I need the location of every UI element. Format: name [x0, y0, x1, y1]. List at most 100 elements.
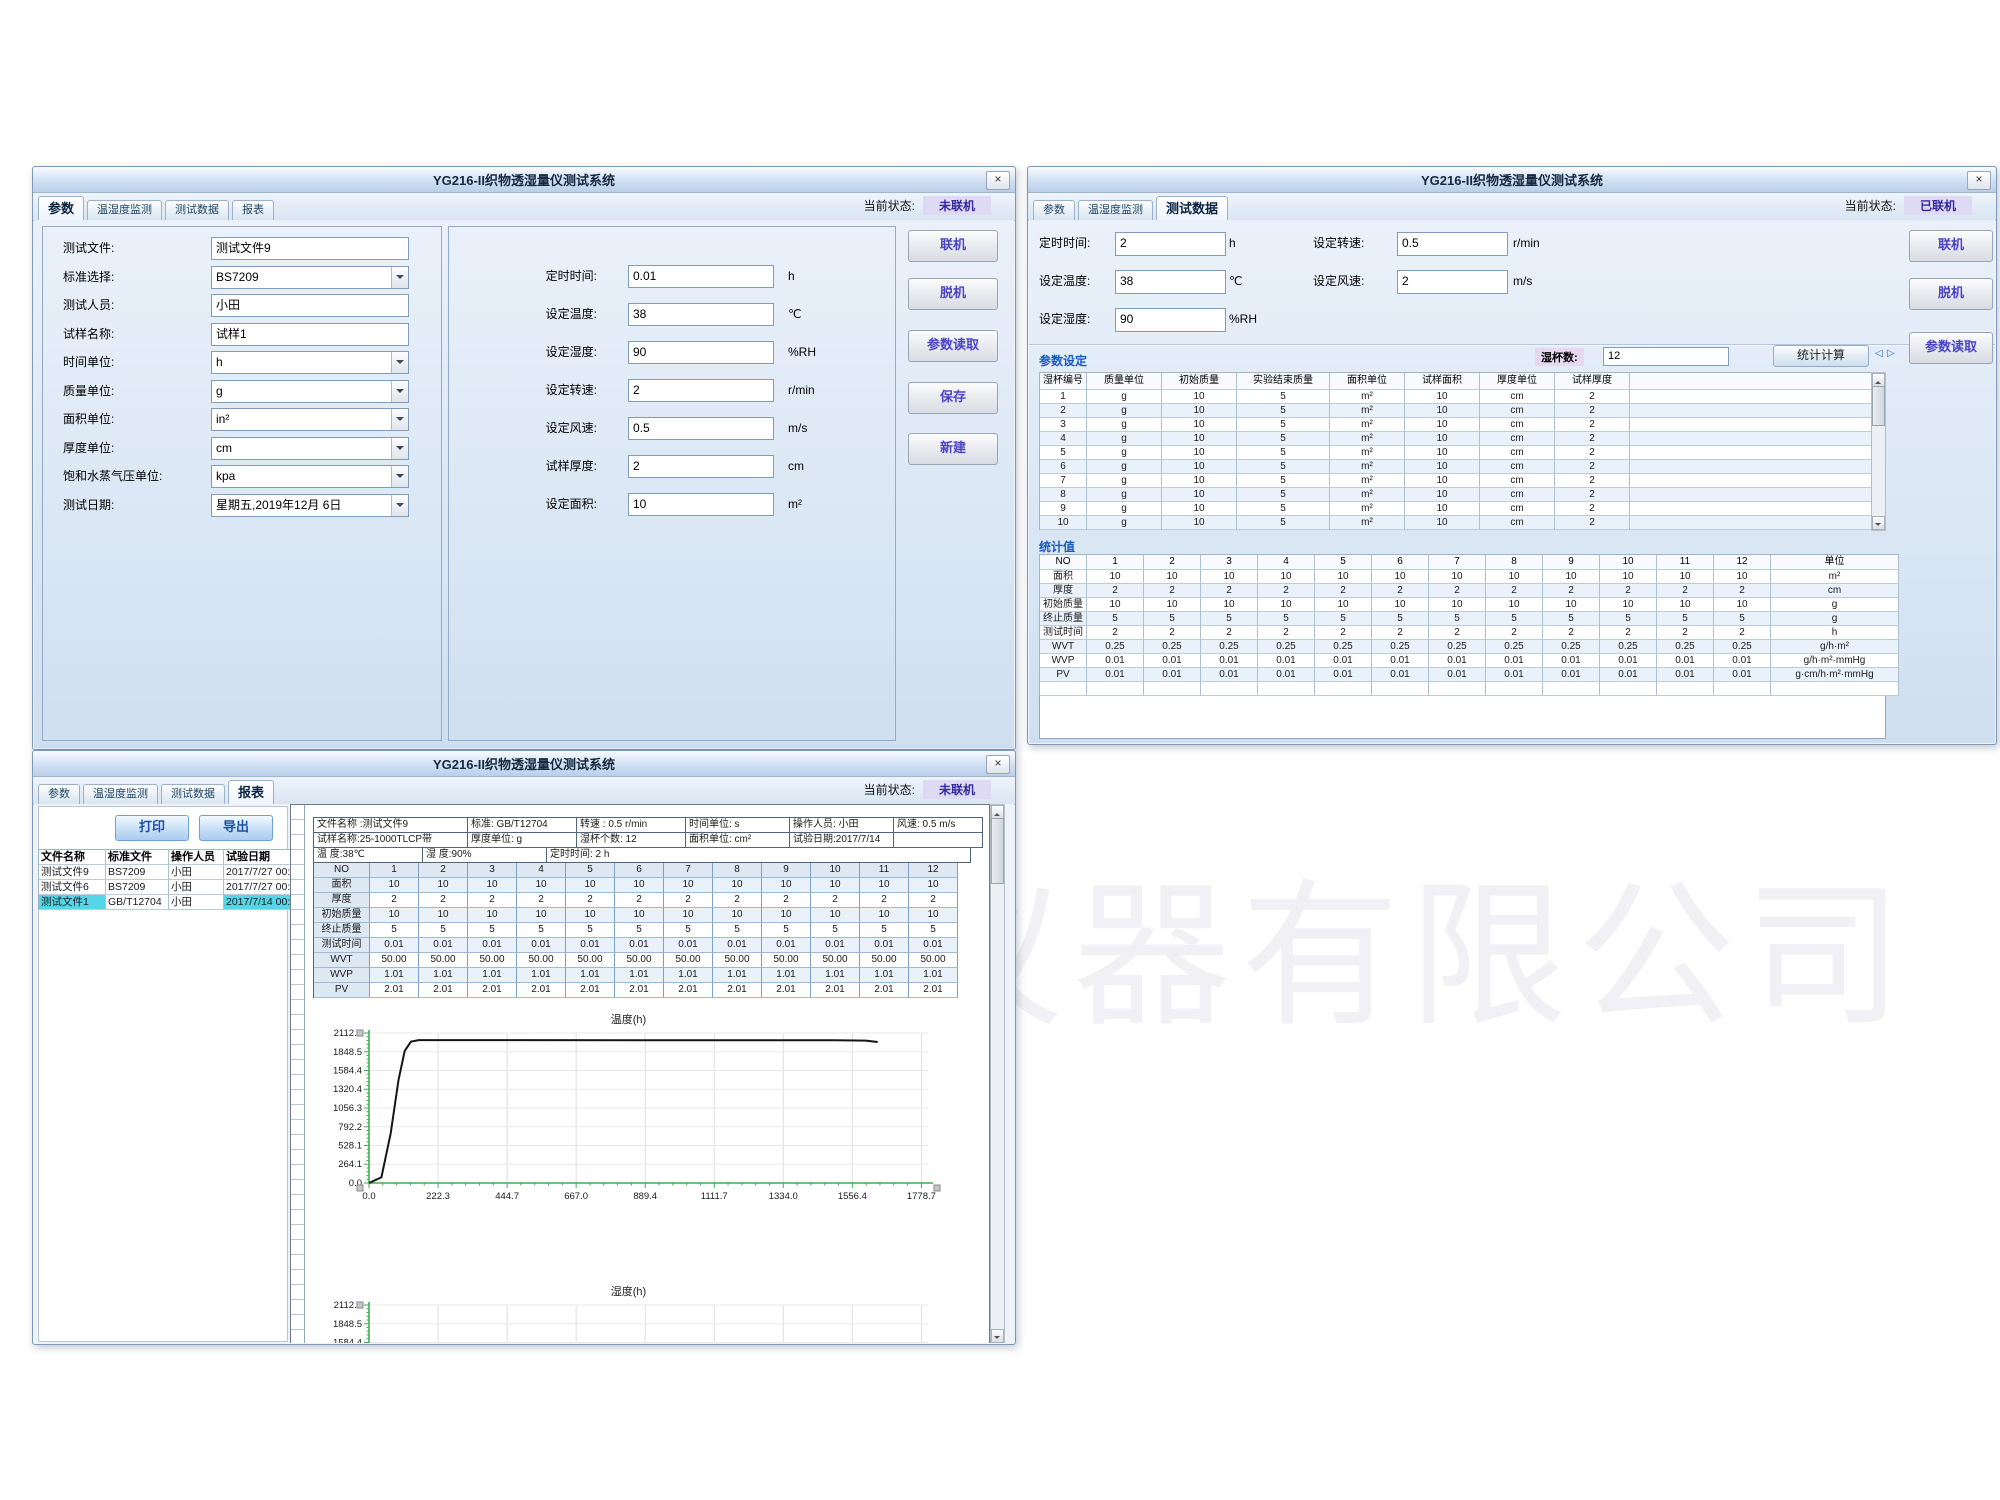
chevron-down-icon[interactable]: [391, 267, 408, 288]
svg-text:1848.5: 1848.5: [333, 1319, 362, 1330]
table-cell: 10: [1600, 598, 1657, 612]
numeric-input[interactable]: 0.5: [1397, 232, 1508, 256]
table-cell: 10: [1405, 460, 1480, 474]
titlebar[interactable]: YG216-II织物透湿量仪测试系统: [33, 167, 1015, 193]
form-row: 时间单位:h: [43, 351, 441, 375]
export-button[interactable]: 导出: [199, 815, 273, 841]
field-label: 试样名称:: [63, 323, 114, 345]
tab-4[interactable]: 报表: [232, 200, 274, 220]
report-scrollbar[interactable]: [990, 804, 1005, 1343]
chevron-down-icon[interactable]: [391, 381, 408, 402]
tab-3[interactable]: 测试数据: [1156, 196, 1228, 221]
form-row: 测试日期:星期五,2019年12月 6日: [43, 494, 441, 518]
table-row[interactable]: 测试文件9BS7209小田2017/7/27 00:00: [39, 865, 299, 880]
action-button-4[interactable]: 保存: [908, 382, 998, 414]
dropdown[interactable]: g: [211, 380, 409, 403]
table-cell: 5: [1237, 474, 1330, 488]
column-header: 标准文件: [106, 850, 169, 865]
scroll-down-icon[interactable]: [1872, 516, 1885, 530]
window-test-data: YG216-II织物透湿量仪测试系统 参数温湿度监测测试数据 当前状态: 已联机…: [1027, 166, 1997, 745]
scroll-right-icon[interactable]: ▷: [1887, 348, 1895, 359]
print-button[interactable]: 打印: [115, 815, 189, 841]
tab-4[interactable]: 报表: [228, 780, 274, 805]
chevron-down-icon[interactable]: [391, 495, 408, 516]
close-icon[interactable]: [986, 171, 1010, 190]
chevron-down-icon[interactable]: [391, 438, 408, 459]
table-cell: 0.01: [860, 938, 909, 953]
scrollbar-thumb[interactable]: [1872, 386, 1885, 426]
close-icon[interactable]: [1967, 171, 1991, 190]
text-input[interactable]: 测试文件9: [211, 237, 409, 260]
table-cell: 2.01: [860, 983, 909, 998]
titlebar[interactable]: YG216-II织物透湿量仪测试系统: [33, 751, 1015, 777]
tab-2[interactable]: 温湿度监测: [83, 784, 158, 804]
field-unit: %RH: [1229, 308, 1257, 330]
numeric-input[interactable]: 38: [628, 303, 774, 326]
numeric-input[interactable]: 2: [628, 379, 774, 402]
tab-3[interactable]: 测试数据: [165, 200, 229, 220]
table-cell: 2: [664, 893, 713, 908]
table-row: 文件名称 :测试文件9标准: GB/T12704转速 : 0.5 r/min时间…: [314, 818, 983, 833]
table-cell: 2: [1144, 584, 1201, 598]
tab-2[interactable]: 温湿度监测: [87, 200, 162, 220]
scroll-up-icon[interactable]: [1872, 373, 1885, 387]
table-cell: 试样名称:25-1000TLCP带: [314, 833, 468, 848]
scroll-up-icon[interactable]: [991, 805, 1004, 819]
numeric-input[interactable]: 2: [1397, 270, 1508, 294]
table-cell: [1630, 390, 1880, 404]
tab-1[interactable]: 参数: [38, 784, 80, 804]
tab-3[interactable]: 测试数据: [161, 784, 225, 804]
tab-1[interactable]: 参数: [1033, 200, 1075, 220]
table-row[interactable]: 测试文件1GB/T12704小田2017/7/14 00:00: [39, 895, 299, 910]
text-input[interactable]: 小田: [211, 294, 409, 317]
titlebar[interactable]: YG216-II织物透湿量仪测试系统: [1028, 167, 1996, 193]
scroll-down-icon[interactable]: [991, 1329, 1004, 1343]
chevron-down-icon[interactable]: [391, 466, 408, 487]
action-button-2[interactable]: 脱机: [1909, 278, 1993, 310]
numeric-input[interactable]: 90: [628, 341, 774, 364]
tab-1[interactable]: 参数: [38, 196, 84, 221]
table-cell: cm: [1480, 446, 1555, 460]
cup-count-input[interactable]: 12: [1603, 347, 1729, 366]
table-cell: g: [1087, 446, 1162, 460]
form-row: 设定转速:2r/min: [449, 379, 895, 403]
table-cell: 5: [811, 923, 860, 938]
numeric-input[interactable]: 2: [628, 455, 774, 478]
numeric-input[interactable]: 90: [1115, 308, 1226, 332]
scrollbar-thumb[interactable]: [991, 818, 1004, 884]
table-cell: 0.01: [1144, 654, 1201, 668]
dropdown[interactable]: in²: [211, 408, 409, 431]
table-cell: 11: [860, 863, 909, 878]
numeric-input[interactable]: 10: [628, 493, 774, 516]
table-scrollbar[interactable]: [1871, 372, 1886, 531]
chevron-down-icon[interactable]: [391, 352, 408, 373]
table-cell: 3: [468, 863, 517, 878]
table-cell: 10: [1657, 570, 1714, 584]
dropdown[interactable]: cm: [211, 437, 409, 460]
action-button-2[interactable]: 脱机: [908, 278, 998, 310]
chevron-down-icon[interactable]: [391, 409, 408, 430]
tab-2[interactable]: 温湿度监测: [1078, 200, 1153, 220]
action-button-3[interactable]: 参数读取: [1909, 332, 1993, 364]
field-label: 试样厚度:: [479, 455, 597, 477]
dropdown[interactable]: kpa: [211, 465, 409, 488]
file-table: 文件名称标准文件操作人员试验日期测试文件9BS7209小田2017/7/27 0…: [38, 849, 299, 910]
date-picker[interactable]: 星期五,2019年12月 6日: [211, 494, 409, 517]
action-button-5[interactable]: 新建: [908, 433, 998, 465]
action-button-1[interactable]: 联机: [908, 230, 998, 262]
table-cell: m²: [1330, 418, 1405, 432]
table-row[interactable]: 测试文件6BS7209小田2017/7/27 00:00: [39, 880, 299, 895]
numeric-input[interactable]: 0.5: [628, 417, 774, 440]
dropdown[interactable]: BS7209: [211, 266, 409, 289]
action-button-3[interactable]: 参数读取: [908, 330, 998, 362]
table-cell: 10: [1714, 570, 1771, 584]
table-cell: 2: [1040, 404, 1087, 418]
close-icon[interactable]: [986, 755, 1010, 774]
dropdown[interactable]: h: [211, 351, 409, 374]
scroll-left-icon[interactable]: ◁: [1875, 348, 1883, 359]
field-label: 厚度单位:: [63, 437, 114, 459]
text-input[interactable]: 试样1: [211, 323, 409, 346]
numeric-input[interactable]: 0.01: [628, 265, 774, 288]
stats-calc-button[interactable]: 统计计算: [1773, 345, 1869, 367]
action-button-1[interactable]: 联机: [1909, 230, 1993, 262]
